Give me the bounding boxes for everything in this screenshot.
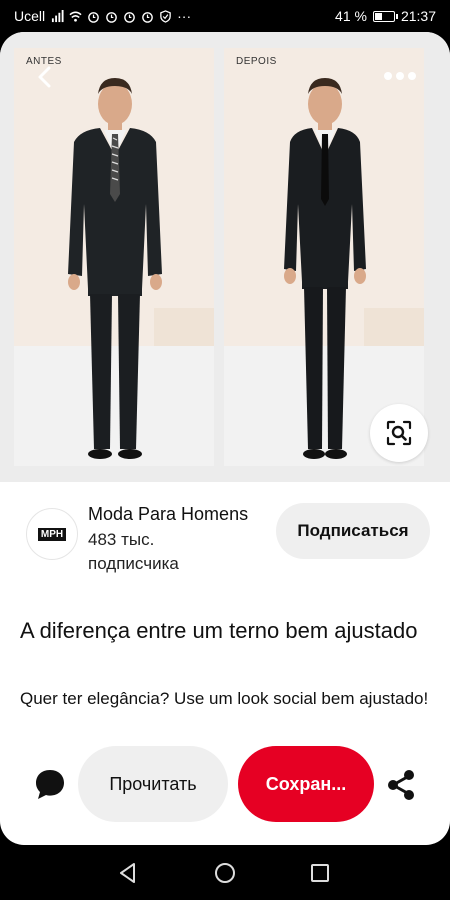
more-notifications-icon: ··· — [177, 8, 192, 24]
square-recents-icon — [311, 864, 329, 882]
visual-search-icon — [386, 420, 412, 446]
more-dots-icon — [384, 72, 416, 80]
nav-home-button[interactable] — [211, 859, 239, 887]
alarm-icon — [106, 11, 117, 23]
pin-description: Quer ter elegância? Use um look social b… — [20, 689, 429, 708]
back-button[interactable] — [30, 62, 60, 92]
shield-icon — [160, 9, 171, 23]
nav-back-button[interactable] — [114, 859, 142, 887]
creator-avatar[interactable]: MPH — [26, 508, 78, 560]
triangle-back-icon — [120, 863, 135, 883]
action-bar: Прочитать Сохран... — [0, 746, 450, 822]
status-bar: Ucell ··· 41 % 21:37 — [0, 0, 450, 32]
chevron-left-icon — [38, 66, 51, 88]
battery-percent: 41 % — [335, 8, 367, 24]
clock: 21:37 — [400, 8, 436, 24]
man-in-suit-illustration — [68, 78, 162, 459]
pin-image[interactable]: ANTES DEPOIS — [0, 32, 450, 482]
alarm-icon — [124, 11, 135, 23]
follow-button[interactable]: Подписаться — [276, 503, 430, 559]
creator-row: MPH Moda Para Homens 483 тыс. подписчика… — [0, 498, 450, 598]
battery-icon — [372, 10, 398, 22]
read-button[interactable]: Прочитать — [78, 746, 228, 822]
system-nav-bar — [0, 845, 450, 900]
man-in-suit-illustration — [284, 78, 366, 459]
carrier-name: Ucell — [14, 8, 46, 24]
avatar-logo-text: MPH — [37, 527, 67, 541]
signal-icon — [52, 9, 64, 22]
share-button[interactable] — [384, 768, 418, 802]
visual-search-button[interactable] — [370, 404, 428, 462]
subscriber-count: 483 тыс. подписчика — [88, 530, 179, 573]
more-options-button[interactable] — [380, 66, 420, 86]
alarm-icon — [142, 11, 153, 23]
comment-bubble-icon — [36, 770, 64, 799]
comment-button[interactable] — [32, 766, 68, 802]
creator-name[interactable]: Moda Para Homens — [88, 504, 248, 525]
nav-recents-button[interactable] — [306, 859, 334, 887]
share-icon — [388, 770, 414, 800]
alarm-icon — [88, 11, 99, 23]
save-button[interactable]: Сохран... — [238, 746, 374, 822]
pin-title: A diferença entre um terno bem ajustado — [20, 618, 418, 643]
pin-card: ANTES DEPOIS MPH Moda Para Homens 483 ты… — [0, 32, 450, 845]
before-panel: ANTES — [14, 48, 214, 466]
circle-home-icon — [215, 863, 235, 883]
wifi-icon — [69, 11, 82, 22]
